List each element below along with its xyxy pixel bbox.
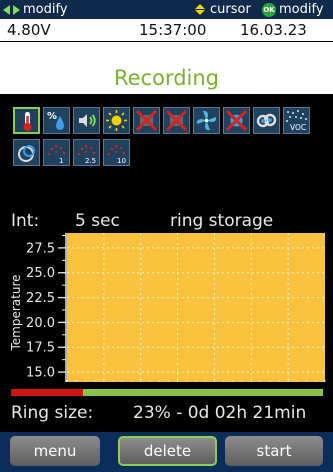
recording-screen: modify cursor OK modify 4.80V 15:37:00 1… [0,0,333,472]
up-down-hint: cursor [195,2,251,17]
y-tick-label: 25.0 [26,266,55,281]
particle-2-5-icon[interactable]: 2.5 [73,139,100,166]
menu-button[interactable]: menu [10,436,100,466]
y-tick-label: 15.0 [26,366,55,381]
voc-icon[interactable]: VOC [283,107,310,134]
fan-icon[interactable] [193,107,220,134]
ring-size-used [11,389,83,396]
pm25-sub-label: 2.5 [85,157,96,165]
link-icon[interactable] [253,107,280,134]
hint-mid-label: cursor [210,2,251,17]
y-axis-label: Temperature [9,274,23,351]
page-title: Recording [113,66,220,90]
delete-button[interactable]: delete [118,436,217,466]
plot-area [67,233,325,382]
up-down-arrows-icon [195,4,205,15]
y-tick-label: 17.5 [26,341,55,356]
arrow-right-icon [13,4,20,15]
ring-size-summary: 23% - 0d 02h 21min [133,403,307,423]
left-right-hint: modify [3,2,68,17]
disabled-sensor-icon[interactable] [163,107,190,134]
y-tick-label: 22.5 [26,291,55,306]
clock-time: 15:37:00 [139,21,207,39]
temperature-chart: 27.5 25.0 22.5 20.0 17.5 15.0 Temperature [9,233,326,382]
sound-icon[interactable] [73,107,100,134]
disabled-sensor-icon[interactable] [133,107,160,134]
y-tick-label: 20.0 [26,316,55,331]
ok-hint: OK modify [262,2,324,17]
humidity-icon[interactable]: % [43,107,70,134]
voc-sub-label: VOC [290,123,306,132]
start-button[interactable]: start [225,436,323,466]
temperature-icon[interactable] [13,107,40,134]
particle-10-icon[interactable]: 10 [103,139,130,166]
light-icon[interactable] [103,107,130,134]
ok-badge-icon: OK [262,2,276,17]
battery-voltage: 4.80V [7,21,51,39]
interval-value[interactable]: 5 sec [75,211,120,231]
pm10-sub-label: 10 [117,157,126,165]
particle-icon[interactable] [13,139,40,166]
storage-mode[interactable]: ring storage [170,211,273,231]
ring-size-label: Ring size: [11,403,94,423]
disabled-sensor-icon[interactable] [223,107,250,134]
hint-bar: modify cursor OK modify [0,0,333,19]
hint-left-label: modify [23,2,68,17]
particle-1-icon[interactable]: 1 [43,139,70,166]
status-divider [0,41,333,42]
ring-size-bar [11,389,323,396]
hint-right-label: modify [279,2,324,17]
svg-text:%: % [47,111,57,122]
y-tick-label: 27.5 [26,241,55,256]
clock-date: 16.03.23 [240,21,307,39]
interval-label: Int: [11,211,40,231]
pm1-sub-label: 1 [59,157,63,165]
arrow-left-icon [3,4,10,15]
